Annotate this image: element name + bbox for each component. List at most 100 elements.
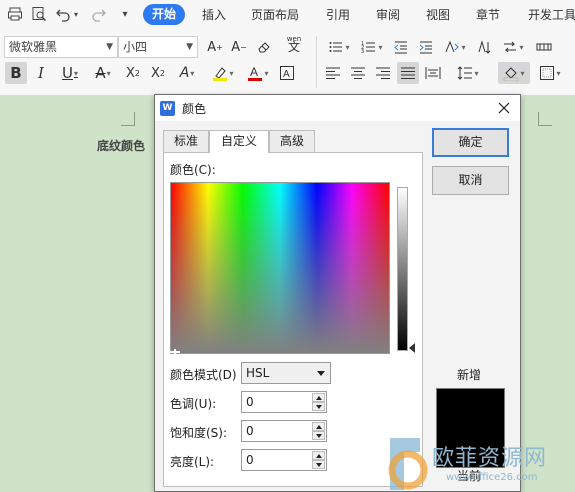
watermark-text: 欧菲资源网 [432, 446, 548, 471]
font-name-select[interactable]: 微软雅黑 ▼ [4, 36, 118, 58]
font-color-icon[interactable]: A ▾ [243, 62, 273, 84]
bold-button[interactable]: B [5, 62, 27, 84]
spin-down-icon[interactable] [312, 431, 325, 440]
spin-down-icon[interactable] [312, 460, 325, 469]
margin-mark [121, 112, 135, 126]
color-dialog: W 颜色 标准 自定义 高级 颜色(C): 颜色模式(D) HSL 色调(U):… [154, 94, 521, 492]
hue-stepper[interactable]: 0 [241, 391, 327, 413]
hue-value: 0 [246, 395, 254, 409]
dialog-titlebar[interactable]: W 颜色 [155, 95, 520, 121]
phonetic-guide-icon[interactable]: wen 文 [280, 32, 308, 54]
svg-text:3: 3 [361, 49, 364, 55]
underline-button[interactable]: U ▾ [56, 62, 84, 84]
increase-font-icon[interactable]: A + [205, 36, 225, 58]
color-mode-label: 颜色模式(D) [170, 368, 237, 382]
menu-tab-developer[interactable]: 开发工具 [528, 5, 575, 25]
align-center-icon[interactable] [349, 62, 367, 84]
saturation-value: 0 [246, 424, 254, 438]
close-button[interactable] [493, 97, 515, 119]
margin-mark [538, 112, 552, 126]
luminance-slider[interactable] [397, 187, 408, 351]
undo-dropdown-icon[interactable]: ▾ [72, 5, 80, 23]
spin-up-icon[interactable] [312, 393, 325, 402]
chevron-down-icon: ▼ [186, 42, 193, 52]
cancel-button[interactable]: 取消 [432, 166, 509, 195]
color-label: 颜色(C): [170, 163, 216, 177]
tab-standard[interactable]: 标准 [163, 130, 209, 152]
spin-up-icon[interactable] [312, 422, 325, 431]
menu-tab-references[interactable]: 引用 [326, 5, 350, 25]
print-icon[interactable] [6, 5, 24, 23]
saturation-spin-buttons [312, 422, 325, 440]
italic-button[interactable]: I [31, 62, 51, 84]
luminance-pointer[interactable] [409, 343, 415, 353]
lightness-spin-buttons [312, 451, 325, 469]
ribbon: ▾ ▾ 开始 插入 页面布局 引用 审阅 视图 章节 开发工具 微软雅黑 ▼ 小… [0, 0, 575, 96]
color-mode-select[interactable]: HSL [241, 362, 331, 384]
distributed-align-icon[interactable] [423, 62, 443, 84]
document-text: 底纹颜色 [97, 139, 146, 153]
dialog-title: 颜色 [182, 102, 207, 116]
customize-dropdown-icon[interactable]: ▾ [116, 5, 134, 23]
color-mode-value: HSL [246, 366, 270, 380]
align-right-icon[interactable] [374, 62, 392, 84]
text-direction-icon[interactable]: ▾ [499, 36, 527, 58]
increase-indent-icon[interactable] [416, 36, 436, 58]
numbered-list-icon[interactable]: 1 2 3 ▾ [358, 36, 386, 58]
decrease-indent-icon[interactable] [391, 36, 411, 58]
menu-tab-view[interactable]: 视图 [426, 5, 450, 25]
subscript-button[interactable]: X2 [148, 62, 168, 84]
svg-text:A: A [250, 65, 258, 79]
hue-spin-buttons [312, 393, 325, 411]
character-border-icon[interactable]: A [277, 62, 297, 84]
menu-tab-section[interactable]: 章节 [476, 5, 500, 25]
table-icon[interactable] [533, 36, 555, 58]
saturation-label: 饱和度(S): [170, 426, 228, 440]
menu-tab-insert[interactable]: 插入 [202, 5, 226, 25]
lightness-value: 0 [246, 453, 254, 467]
close-icon [498, 102, 510, 114]
lightness-label: 亮度(L): [170, 455, 215, 469]
font-size-select[interactable]: 小四 ▼ [118, 36, 198, 58]
superscript-button[interactable]: X2 [123, 62, 143, 84]
chinese-layout-icon[interactable]: ▾ [441, 36, 469, 58]
watermark-url: www.office26.com [446, 472, 538, 483]
decrease-font-icon[interactable]: A − [229, 36, 249, 58]
highlight-icon[interactable]: ▾ [208, 62, 238, 84]
svg-text:A: A [283, 69, 290, 80]
justify-icon[interactable] [397, 62, 419, 84]
menu-tab-page-layout[interactable]: 页面布局 [251, 5, 299, 25]
lightness-stepper[interactable]: 0 [241, 449, 327, 471]
align-left-icon[interactable] [324, 62, 342, 84]
text-effect-button[interactable]: A ▾ [173, 62, 201, 84]
spin-down-icon[interactable] [312, 402, 325, 411]
undo-icon[interactable] [54, 5, 72, 23]
redo-icon[interactable] [90, 5, 108, 23]
menu-tab-review[interactable]: 审阅 [376, 5, 400, 25]
font-name-value: 微软雅黑 [9, 40, 58, 54]
sort-icon[interactable] [474, 36, 494, 58]
font-size-value: 小四 [123, 40, 148, 54]
chevron-down-icon [317, 371, 325, 376]
ok-button[interactable]: 确定 [432, 128, 509, 157]
saturation-stepper[interactable]: 0 [241, 420, 327, 442]
bullet-list-icon[interactable]: ▾ [325, 36, 353, 58]
borders-icon[interactable]: ▾ [536, 62, 564, 84]
tab-custom[interactable]: 自定义 [209, 130, 269, 153]
line-spacing-icon[interactable]: ▾ [454, 62, 482, 84]
shading-icon[interactable]: ▾ [498, 62, 530, 84]
toolbar-separator [316, 36, 317, 88]
strikethrough-button[interactable]: A ▾ [89, 62, 117, 84]
wps-writer-icon: W [160, 101, 175, 116]
clear-format-icon[interactable] [254, 36, 274, 58]
chevron-down-icon: ▼ [106, 42, 113, 52]
watermark-logo-icon [388, 438, 428, 490]
new-color-label: 新增 [457, 368, 482, 382]
color-spectrum[interactable] [170, 182, 390, 354]
menu-tab-home[interactable]: 开始 [143, 4, 185, 25]
spin-up-icon[interactable] [312, 451, 325, 460]
print-preview-icon[interactable] [30, 5, 48, 23]
spectrum-cursor [170, 349, 180, 355]
menu-bar: ▾ ▾ 开始 插入 页面布局 引用 审阅 视图 章节 开发工具 [0, 0, 575, 28]
tab-advanced[interactable]: 高级 [269, 130, 315, 152]
